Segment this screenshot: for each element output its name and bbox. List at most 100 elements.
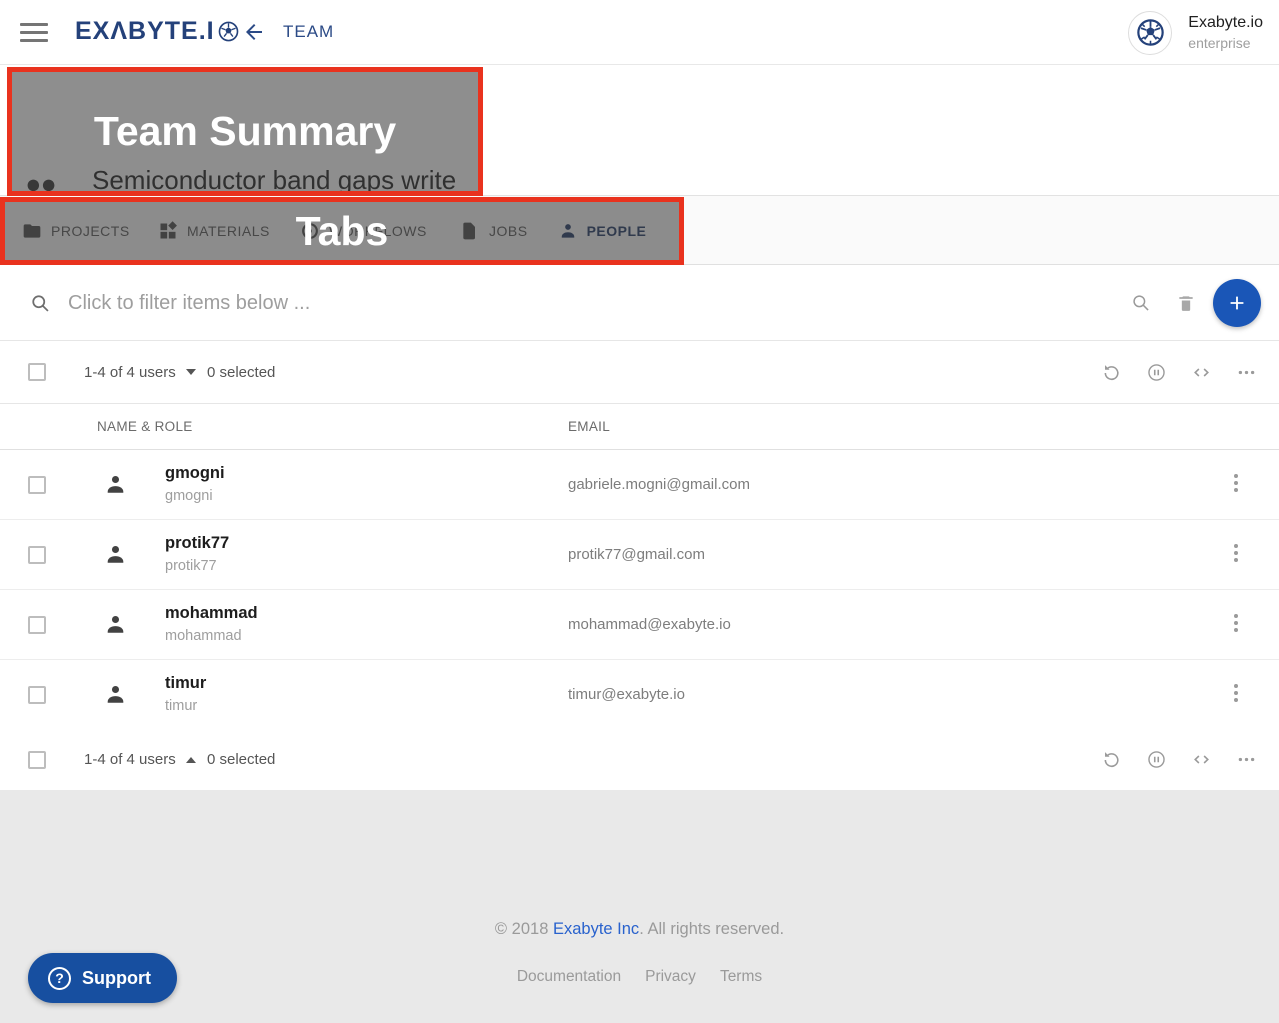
table-header: NAME & ROLE EMAIL [0, 404, 1279, 450]
team-summary-band: Semiconductor band gaps write Semiconduc… [0, 65, 1279, 196]
tab-label: MATERIALS [187, 223, 270, 239]
select-all-checkbox[interactable] [28, 363, 46, 381]
pagination-range: 1-4 of 4 users [84, 751, 176, 768]
user-role: gmogni [165, 488, 213, 504]
row-menu-icon[interactable] [1229, 684, 1243, 708]
tab-label: PEOPLE [587, 223, 647, 239]
selected-count: 0 selected [207, 341, 275, 403]
person-icon [103, 472, 128, 497]
footer-links: Documentation Privacy Terms [0, 968, 1279, 986]
person-icon [103, 542, 128, 567]
tab-label: WORKFLOWS [329, 223, 427, 239]
user-name: gmogni [165, 464, 225, 483]
user-email: protik77@gmail.com [568, 520, 705, 589]
copyright-prefix: © 2018 [495, 920, 553, 938]
row-checkbox[interactable] [28, 616, 46, 634]
filter-bar [0, 265, 1279, 341]
pause-circle-icon[interactable] [1146, 749, 1167, 770]
row-checkbox[interactable] [28, 546, 46, 564]
user-role: protik77 [165, 558, 217, 574]
table-row[interactable]: mohammad mohammad mohammad@exabyte.io [0, 590, 1279, 660]
team-title: Semiconductor band gaps write [92, 165, 456, 196]
column-email: EMAIL [568, 404, 610, 449]
tab-label: PROJECTS [51, 223, 130, 239]
user-role: timur [165, 698, 197, 714]
list-toolbar-top: 1-4 of 4 users 0 selected [0, 341, 1279, 404]
select-all-checkbox[interactable] [28, 751, 46, 769]
folder-icon [22, 221, 42, 241]
chevron-up-icon [186, 757, 196, 763]
link-privacy[interactable]: Privacy [645, 968, 696, 986]
chevron-down-icon [186, 369, 196, 375]
workflow-icon [300, 221, 320, 241]
widgets-icon [158, 221, 178, 241]
account-avatar [1128, 11, 1172, 55]
selected-count: 0 selected [207, 729, 275, 790]
plus-icon [1226, 292, 1248, 314]
user-email: mohammad@exabyte.io [568, 590, 731, 659]
company-link[interactable]: Exabyte Inc [553, 920, 639, 938]
tab-bar: PROJECTS MATERIALS WORKFLOWS JOBS PEOPLE [0, 196, 1279, 265]
code-icon[interactable] [1191, 749, 1212, 770]
support-label: Support [82, 968, 151, 989]
table-row[interactable]: timur timur timur@exabyte.io [0, 660, 1279, 730]
link-terms[interactable]: Terms [720, 968, 762, 986]
account-name: Exabyte.io [1188, 14, 1263, 32]
soccer-ball-icon [217, 20, 240, 43]
filter-input[interactable] [68, 283, 988, 323]
row-menu-icon[interactable] [1229, 474, 1243, 498]
back-arrow-icon[interactable] [242, 20, 266, 44]
person-icon [103, 682, 128, 707]
pagination-dropdown[interactable]: 1-4 of 4 users [84, 729, 196, 790]
table-row[interactable]: protik77 protik77 protik77@gmail.com [0, 520, 1279, 590]
file-icon [460, 221, 480, 241]
table-row[interactable]: gmogni gmogni gabriele.mogni@gmail.com [0, 450, 1279, 520]
list-toolbar-bottom: 1-4 of 4 users 0 selected [0, 729, 1279, 790]
link-documentation[interactable]: Documentation [517, 968, 621, 986]
copyright-suffix: . All rights reserved. [639, 920, 784, 938]
trash-icon[interactable] [1176, 292, 1196, 314]
row-menu-icon[interactable] [1229, 544, 1243, 568]
tab-workflows[interactable]: WORKFLOWS [300, 196, 427, 265]
refresh-icon[interactable] [1101, 749, 1122, 770]
person-icon [558, 221, 578, 241]
account-plan: enterprise [1188, 35, 1263, 51]
team-page: EXΛBYTE.I TEAM Exabyte.io enterprise Sem… [0, 0, 1279, 1023]
row-menu-icon[interactable] [1229, 614, 1243, 638]
copyright-line: © 2018 Exabyte Inc. All rights reserved. [0, 920, 1279, 939]
page-footer: © 2018 Exabyte Inc. All rights reserved.… [0, 790, 1279, 1023]
user-name: timur [165, 674, 206, 693]
more-options-icon[interactable] [1236, 749, 1257, 770]
add-user-button[interactable] [1213, 279, 1261, 327]
tab-materials[interactable]: MATERIALS [158, 196, 270, 265]
row-checkbox[interactable] [28, 686, 46, 704]
logo-text: EXΛBYTE.I [75, 17, 215, 46]
app-header: EXΛBYTE.I TEAM Exabyte.io enterprise [0, 0, 1279, 65]
help-icon: ? [48, 967, 71, 990]
user-email: timur@exabyte.io [568, 660, 685, 729]
row-checkbox[interactable] [28, 476, 46, 494]
tab-jobs[interactable]: JOBS [460, 196, 528, 265]
user-name: mohammad [165, 604, 258, 623]
user-role: mohammad [165, 628, 242, 644]
user-email: gabriele.mogni@gmail.com [568, 450, 750, 519]
tab-people[interactable]: PEOPLE [543, 196, 661, 265]
code-icon[interactable] [1191, 362, 1212, 383]
pagination-dropdown[interactable]: 1-4 of 4 users [84, 341, 196, 403]
support-button[interactable]: ? Support [28, 953, 177, 1003]
more-options-icon[interactable] [1236, 362, 1257, 383]
tab-projects[interactable]: PROJECTS [22, 196, 130, 265]
menu-icon[interactable] [20, 23, 48, 43]
page-title: TEAM [283, 22, 334, 42]
exabyte-logo[interactable]: EXΛBYTE.I [75, 17, 240, 46]
search-button-icon[interactable] [1131, 293, 1151, 313]
tab-label: JOBS [489, 223, 528, 239]
search-icon [30, 293, 51, 314]
refresh-icon[interactable] [1101, 362, 1122, 383]
user-name: protik77 [165, 534, 229, 553]
account-widget[interactable]: Exabyte.io enterprise [1128, 0, 1263, 65]
pagination-range: 1-4 of 4 users [84, 364, 176, 381]
person-icon [103, 612, 128, 637]
pause-circle-icon[interactable] [1146, 362, 1167, 383]
column-name-role: NAME & ROLE [97, 404, 193, 449]
